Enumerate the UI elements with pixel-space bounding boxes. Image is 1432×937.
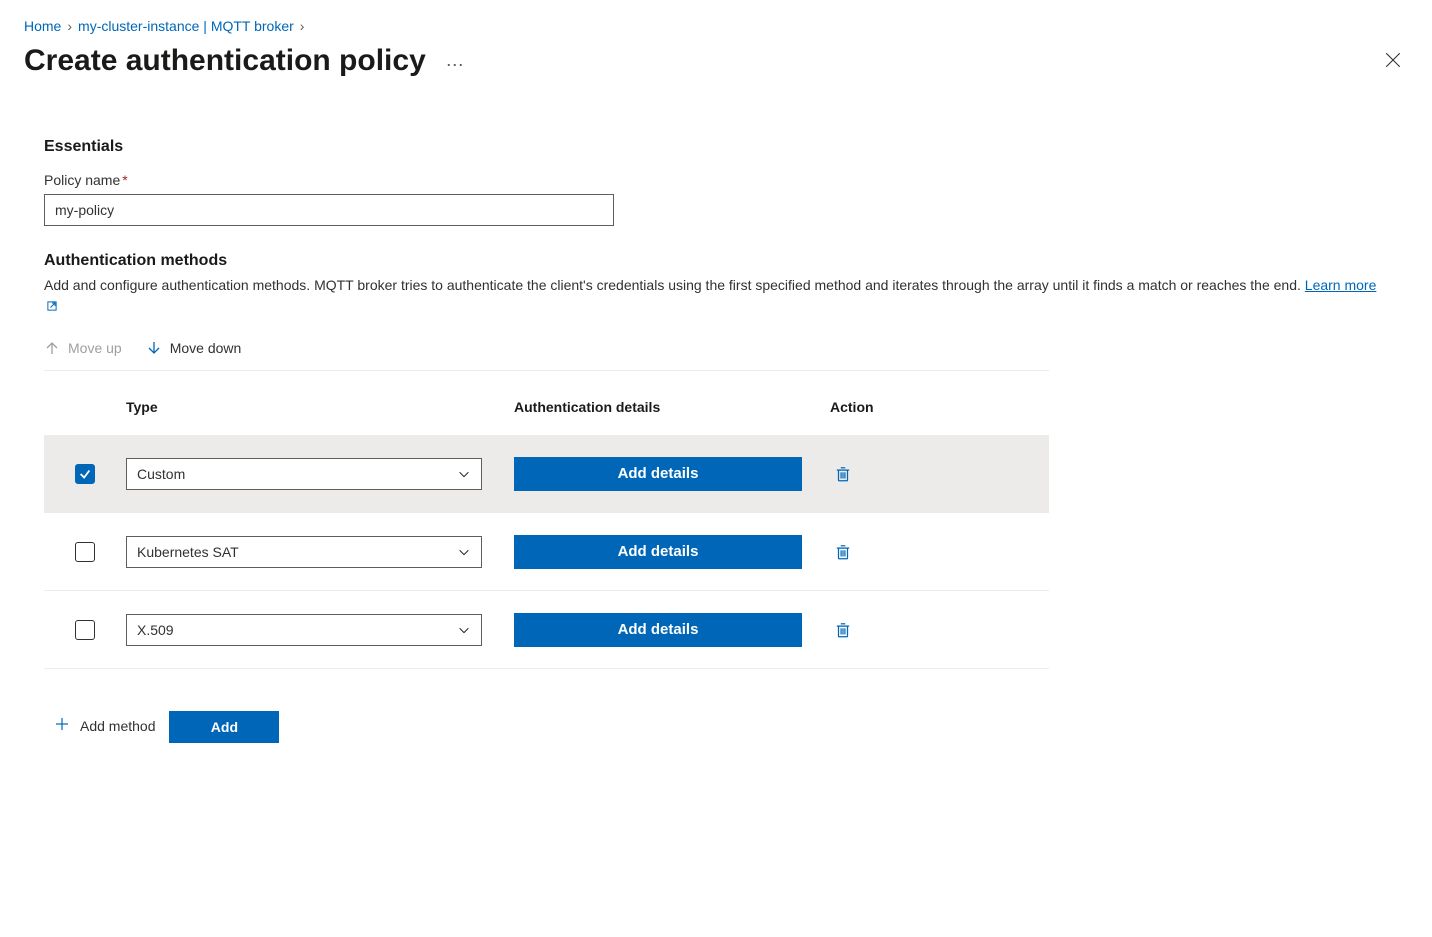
page-title: Create authentication policy [24, 44, 426, 78]
more-actions-button[interactable]: ⋯ [440, 51, 470, 80]
col-header-type: Type [126, 399, 514, 415]
chevron-down-icon [457, 467, 471, 481]
col-header-action: Action [830, 399, 1049, 415]
table-row: X.509 Add details [44, 591, 1049, 669]
table-row: Custom Add details [44, 435, 1049, 513]
type-select-value: Kubernetes SAT [137, 544, 239, 560]
close-icon [1384, 51, 1402, 69]
breadcrumb: Home › my-cluster-instance | MQTT broker… [24, 18, 1408, 34]
add-method-button[interactable]: Add method [54, 716, 156, 735]
row-checkbox[interactable] [75, 620, 95, 640]
policy-name-input[interactable] [44, 194, 614, 226]
delete-row-button[interactable] [830, 539, 856, 565]
add-details-button[interactable]: Add details [514, 613, 802, 647]
close-button[interactable] [1378, 45, 1408, 78]
auth-methods-heading: Authentication methods [44, 252, 1404, 270]
arrow-up-icon [44, 340, 60, 356]
row-checkbox[interactable] [75, 464, 95, 484]
essentials-heading: Essentials [44, 138, 1404, 156]
check-icon [78, 467, 92, 481]
chevron-down-icon [457, 545, 471, 559]
type-select-value: Custom [137, 466, 185, 482]
trash-icon [834, 543, 852, 561]
trash-icon [834, 465, 852, 483]
table-row: Kubernetes SAT Add details [44, 513, 1049, 591]
chevron-right-icon: › [67, 18, 72, 34]
type-select[interactable]: Kubernetes SAT [126, 536, 482, 568]
breadcrumb-home[interactable]: Home [24, 18, 61, 34]
auth-methods-description: Add and configure authentication methods… [44, 274, 1384, 318]
type-select[interactable]: Custom [126, 458, 482, 490]
row-checkbox[interactable] [75, 542, 95, 562]
delete-row-button[interactable] [830, 617, 856, 643]
plus-icon [54, 716, 70, 735]
policy-name-label: Policy name* [44, 172, 1404, 188]
add-method-label: Add method [80, 718, 156, 734]
type-select[interactable]: X.509 [126, 614, 482, 646]
add-details-button[interactable]: Add details [514, 457, 802, 491]
table-header: Type Authentication details Action [44, 379, 1049, 435]
add-button[interactable]: Add [169, 711, 279, 743]
move-down-button[interactable]: Move down [146, 340, 242, 356]
trash-icon [834, 621, 852, 639]
chevron-right-icon: › [300, 18, 305, 34]
breadcrumb-cluster[interactable]: my-cluster-instance | MQTT broker [78, 18, 294, 34]
auth-methods-table: Type Authentication details Action Custo… [44, 379, 1049, 669]
chevron-down-icon [457, 623, 471, 637]
add-details-button[interactable]: Add details [514, 535, 802, 569]
required-indicator: * [122, 172, 127, 188]
arrow-down-icon [146, 340, 162, 356]
move-up-button[interactable]: Move up [44, 340, 122, 356]
type-select-value: X.509 [137, 622, 174, 638]
col-header-details: Authentication details [514, 399, 830, 415]
delete-row-button[interactable] [830, 461, 856, 487]
external-link-icon [46, 296, 58, 318]
